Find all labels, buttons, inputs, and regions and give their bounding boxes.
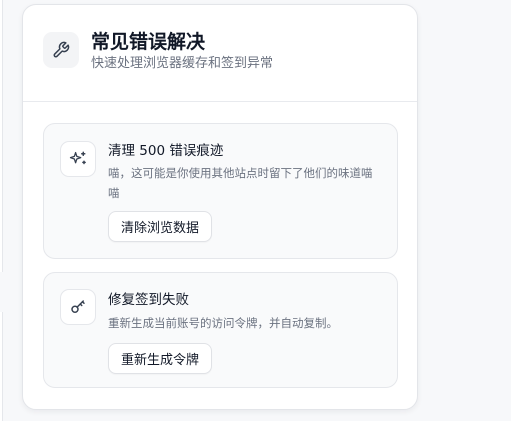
clear-500-error-action: 清理 500 错误痕迹 喵，这可能是你使用其他站点时留下了他们的味道喵喵 清除浏… bbox=[43, 123, 398, 259]
clear-browsing-data-button[interactable]: 清除浏览数据 bbox=[108, 211, 213, 242]
action-title: 修复签到失败 bbox=[108, 292, 189, 308]
card-subtitle: 快速处理浏览器缓存和签到异常 bbox=[91, 56, 274, 71]
troubleshooting-card: 常见错误解决 快速处理浏览器缓存和签到异常 清理 500 错误痕迹 喵，这可能是… bbox=[22, 4, 418, 410]
key-icon bbox=[60, 289, 96, 325]
regenerate-token-button[interactable]: 重新生成令牌 bbox=[108, 343, 213, 374]
adjacent-panel-bottom bbox=[0, 312, 3, 421]
action-title: 清理 500 错误痕迹 bbox=[108, 143, 224, 159]
adjacent-panel-edge bbox=[0, 0, 4, 421]
card-title: 常见错误解决 bbox=[91, 31, 206, 53]
card-header: 常见错误解决 快速处理浏览器缓存和签到异常 bbox=[23, 5, 417, 102]
fix-checkin-action: 修复签到失败 重新生成当前账号的访问令牌，并自动复制。 重新生成令牌 bbox=[43, 272, 398, 388]
adjacent-panel-top bbox=[0, 0, 3, 272]
action-description: 重新生成当前账号的访问令牌，并自动复制。 bbox=[108, 316, 338, 330]
wrench-icon bbox=[43, 32, 79, 68]
action-description: 喵，这可能是你使用其他站点时留下了他们的味道喵喵 bbox=[108, 166, 373, 200]
sparkles-icon bbox=[60, 141, 96, 177]
